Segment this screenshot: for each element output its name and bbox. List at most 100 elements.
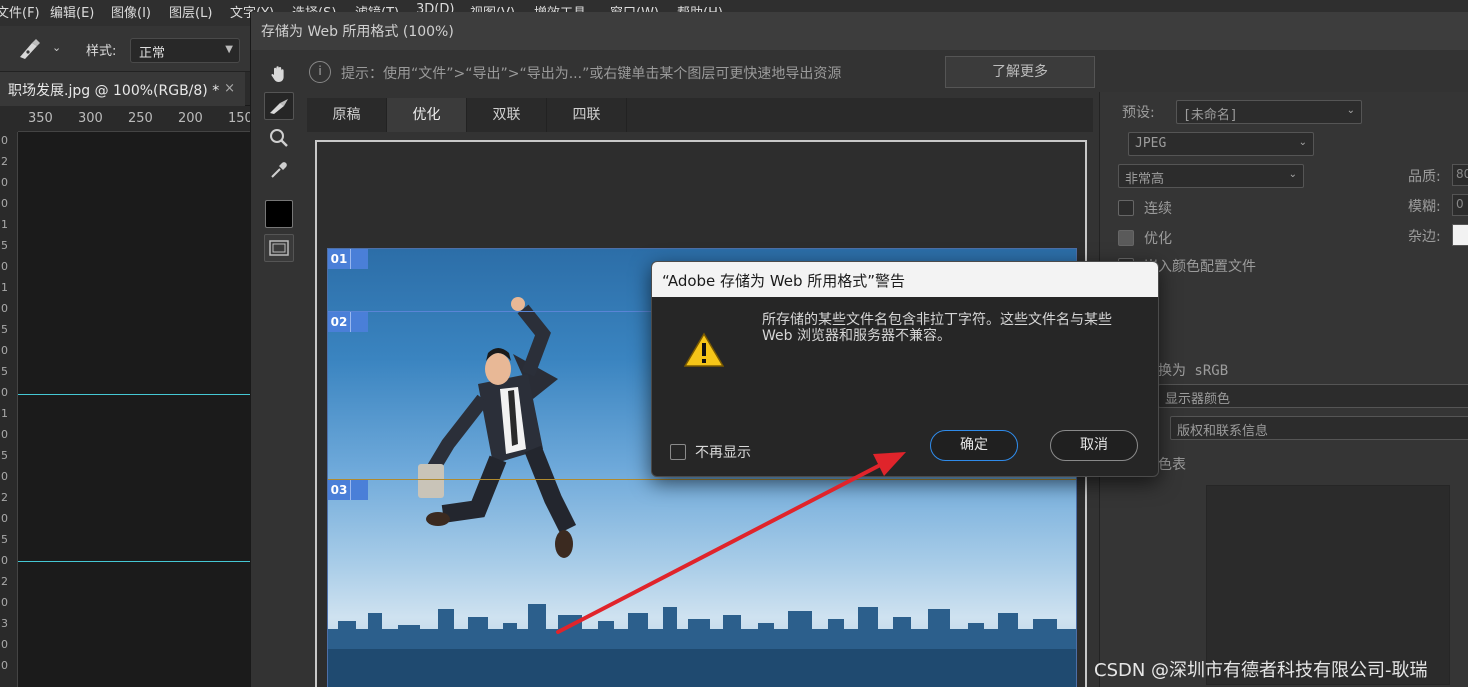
cancel-button[interactable]: 取消 xyxy=(1050,430,1138,461)
ruler-tick: 0 xyxy=(1,512,8,525)
ruler-tick: 1 xyxy=(1,407,8,420)
chevron-down-icon: ⌄ xyxy=(1288,169,1297,180)
chevron-down-icon[interactable]: ⌄ xyxy=(52,41,61,54)
preset-select[interactable]: [未命名] ⌄ xyxy=(1176,100,1362,124)
ruler-tick: 1 xyxy=(1,218,8,231)
slice-number: 01 xyxy=(328,249,350,269)
ok-button[interactable]: 确定 xyxy=(930,430,1018,461)
quality-input[interactable]: 80 xyxy=(1452,164,1468,186)
ruler-tick: 5 xyxy=(1,533,8,546)
ruler-tick: 1 xyxy=(1,281,8,294)
document-canvas[interactable] xyxy=(18,132,250,687)
tab-2-up[interactable]: 双联 xyxy=(467,98,547,132)
metadata-value: 版权和联系信息 xyxy=(1177,424,1269,439)
ruler-tick: 200 xyxy=(178,111,203,126)
ruler-tick: 0 xyxy=(1,470,8,483)
style-label: 样式: xyxy=(86,44,117,59)
progressive-label: 连续 xyxy=(1144,201,1172,217)
image-icon xyxy=(350,480,368,500)
slice-number: 03 xyxy=(328,480,350,500)
options-bar: ⌄ 样式: 正常 ▼ xyxy=(0,26,250,72)
ruler-tick: 0 xyxy=(1,659,8,672)
eyedropper-icon xyxy=(271,162,287,178)
hint-text: 提示：使用“文件”>“导出”>“导出为...”或右键单击某个图层可更快速地导出资… xyxy=(341,66,842,82)
document-tab[interactable]: 职场发展.jpg @ 100%(RGB/8) * × xyxy=(0,72,245,106)
ruler-tick: 0 xyxy=(1,302,8,315)
screen: { "menubar": { "items": ["文件(F)", "编辑(E)… xyxy=(0,0,1468,687)
style-select[interactable]: 正常 ▼ xyxy=(130,38,240,63)
hand-icon xyxy=(271,66,284,82)
dont-show-again-checkbox[interactable] xyxy=(670,444,686,460)
ruler-tick: 2 xyxy=(1,575,8,588)
eyedropper-color-swatch[interactable] xyxy=(265,200,293,228)
info-icon: i xyxy=(309,61,331,83)
slice-badge[interactable]: 03 xyxy=(328,480,368,500)
slices-visibility-icon xyxy=(269,240,289,256)
preview-color-value: 显示器颜色 xyxy=(1165,392,1231,407)
ruler-tick: 0 xyxy=(1,428,8,441)
slice-select-icon xyxy=(270,99,288,114)
ruler-corner xyxy=(0,106,18,132)
pen-tool-icon[interactable] xyxy=(16,37,42,61)
menu-edit[interactable]: 编辑(E) xyxy=(50,2,94,21)
image-icon xyxy=(350,312,368,332)
slice-badge[interactable]: 02 xyxy=(328,312,368,332)
ruler-tick: 300 xyxy=(78,111,103,126)
matte-label: 杂边: xyxy=(1408,229,1441,245)
ruler-tick: 0 xyxy=(1,344,8,357)
zoom-tool[interactable] xyxy=(264,124,294,152)
quality-level-value: 非常高 xyxy=(1125,172,1165,187)
ruler-tick: 5 xyxy=(1,365,8,378)
dialog-title: 存储为 Web 所用格式 (100%) xyxy=(251,12,1468,50)
slice-select-tool[interactable] xyxy=(264,92,294,120)
color-table xyxy=(1206,485,1450,685)
format-select[interactable]: JPEG ⌄ xyxy=(1128,132,1314,156)
ruler-tick: 0 xyxy=(1,176,8,189)
ruler-tick: 0 xyxy=(1,134,8,147)
ruler-tick: 5 xyxy=(1,239,8,252)
tab-optimized[interactable]: 优化 xyxy=(387,98,467,132)
progressive-checkbox[interactable] xyxy=(1118,200,1134,216)
zoom-icon xyxy=(270,129,288,147)
menu-image[interactable]: 图像(I) xyxy=(111,2,151,21)
menu-file[interactable]: 文件(F) xyxy=(0,2,40,21)
learn-more-button[interactable]: 了解更多 xyxy=(945,56,1095,88)
warning-title: “Adobe 存储为 Web 所用格式”警告 xyxy=(652,262,1158,297)
format-value: JPEG xyxy=(1135,136,1167,151)
matte-swatch[interactable] xyxy=(1452,224,1468,246)
ruler-tick: 350 xyxy=(28,111,53,126)
eyedropper-tool[interactable] xyxy=(264,156,294,184)
chevron-down-icon: ▼ xyxy=(225,44,233,55)
optimized-label: 优化 xyxy=(1144,231,1172,247)
slice-number: 02 xyxy=(328,312,350,332)
guide-line[interactable] xyxy=(18,561,250,562)
preview-color-select[interactable]: 显示器颜色 xyxy=(1158,384,1468,408)
horizontal-ruler: 350 300 250 200 150 xyxy=(18,106,253,132)
slice-badge[interactable]: 01 xyxy=(328,249,368,269)
document-tab-label: 职场发展.jpg @ 100%(RGB/8) * xyxy=(8,83,220,99)
hand-tool[interactable] xyxy=(264,60,294,88)
sfw-toolbar xyxy=(261,58,297,278)
optimized-checkbox[interactable] xyxy=(1118,230,1134,246)
preset-label: 预设: xyxy=(1122,105,1155,121)
vertical-ruler: 02001501050501050205020300 xyxy=(0,132,18,687)
quality-level-select[interactable]: 非常高 ⌄ xyxy=(1118,164,1304,188)
menu-layer[interactable]: 图层(L) xyxy=(169,2,212,21)
toggle-slices-visibility[interactable] xyxy=(264,234,294,262)
blur-input[interactable]: 0 xyxy=(1452,194,1468,216)
warning-dialog: “Adobe 存储为 Web 所用格式”警告 所存储的某些文件名包含非拉丁字符。… xyxy=(651,261,1159,477)
embed-profile-label: 嵌入颜色配置文件 xyxy=(1144,259,1256,275)
close-icon[interactable]: × xyxy=(224,81,235,96)
ruler-tick: 0 xyxy=(1,260,8,273)
warning-message: 所存储的某些文件名包含非拉丁字符。这些文件名与某些 Web 浏览器和服务器不兼容… xyxy=(762,312,1112,344)
tab-4-up[interactable]: 四联 xyxy=(547,98,627,132)
ruler-tick: 5 xyxy=(1,449,8,462)
quality-label: 品质: xyxy=(1408,169,1441,185)
preset-value: [未命名] xyxy=(1183,108,1238,123)
guide-line[interactable] xyxy=(18,394,250,395)
chevron-down-icon: ⌄ xyxy=(1346,105,1355,116)
dont-show-again-label: 不再显示 xyxy=(695,445,751,461)
tab-original[interactable]: 原稿 xyxy=(307,98,387,132)
ruler-tick: 3 xyxy=(1,617,8,630)
metadata-select[interactable]: 版权和联系信息 xyxy=(1170,416,1468,440)
